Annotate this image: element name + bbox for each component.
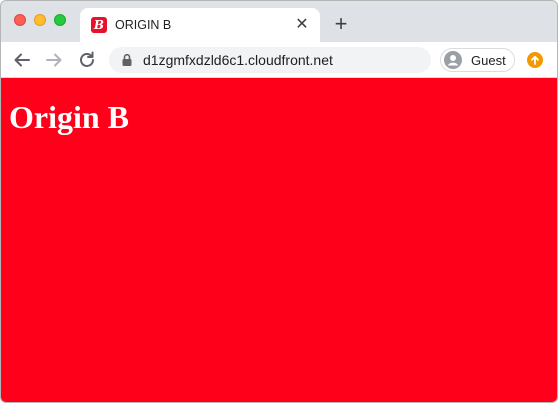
new-tab-button[interactable]: + <box>331 13 351 35</box>
back-arrow-icon[interactable] <box>11 49 33 71</box>
lock-icon[interactable] <box>121 53 133 67</box>
tab-origin-b[interactable]: B ORIGIN B ✕ <box>80 8 320 42</box>
address-bar[interactable]: d1zgmfxdzld6c1.cloudfront.net <box>109 47 431 73</box>
zoom-window-button[interactable] <box>54 14 66 26</box>
update-icon[interactable] <box>527 52 543 68</box>
minimize-window-button[interactable] <box>34 14 46 26</box>
favicon-icon: B <box>91 17 107 33</box>
close-icon[interactable]: ✕ <box>293 16 311 34</box>
forward-arrow-icon[interactable] <box>43 49 65 71</box>
url-text[interactable]: d1zgmfxdzld6c1.cloudfront.net <box>143 52 333 68</box>
profile-label: Guest <box>471 53 506 68</box>
reload-icon[interactable] <box>76 49 98 71</box>
browser-window: B ORIGIN B ✕ + d1zgmfxdzld6c1.cloudfront… <box>0 0 558 403</box>
close-window-button[interactable] <box>14 14 26 26</box>
toolbar: d1zgmfxdzld6c1.cloudfront.net Guest <box>1 42 557 78</box>
page-heading: Origin B <box>9 99 130 135</box>
tab-title: ORIGIN B <box>115 18 172 32</box>
profile-button[interactable]: Guest <box>440 48 515 72</box>
tab-strip: B ORIGIN B ✕ + <box>1 1 557 42</box>
page-content: Origin B <box>1 78 557 402</box>
avatar-icon <box>444 51 462 69</box>
